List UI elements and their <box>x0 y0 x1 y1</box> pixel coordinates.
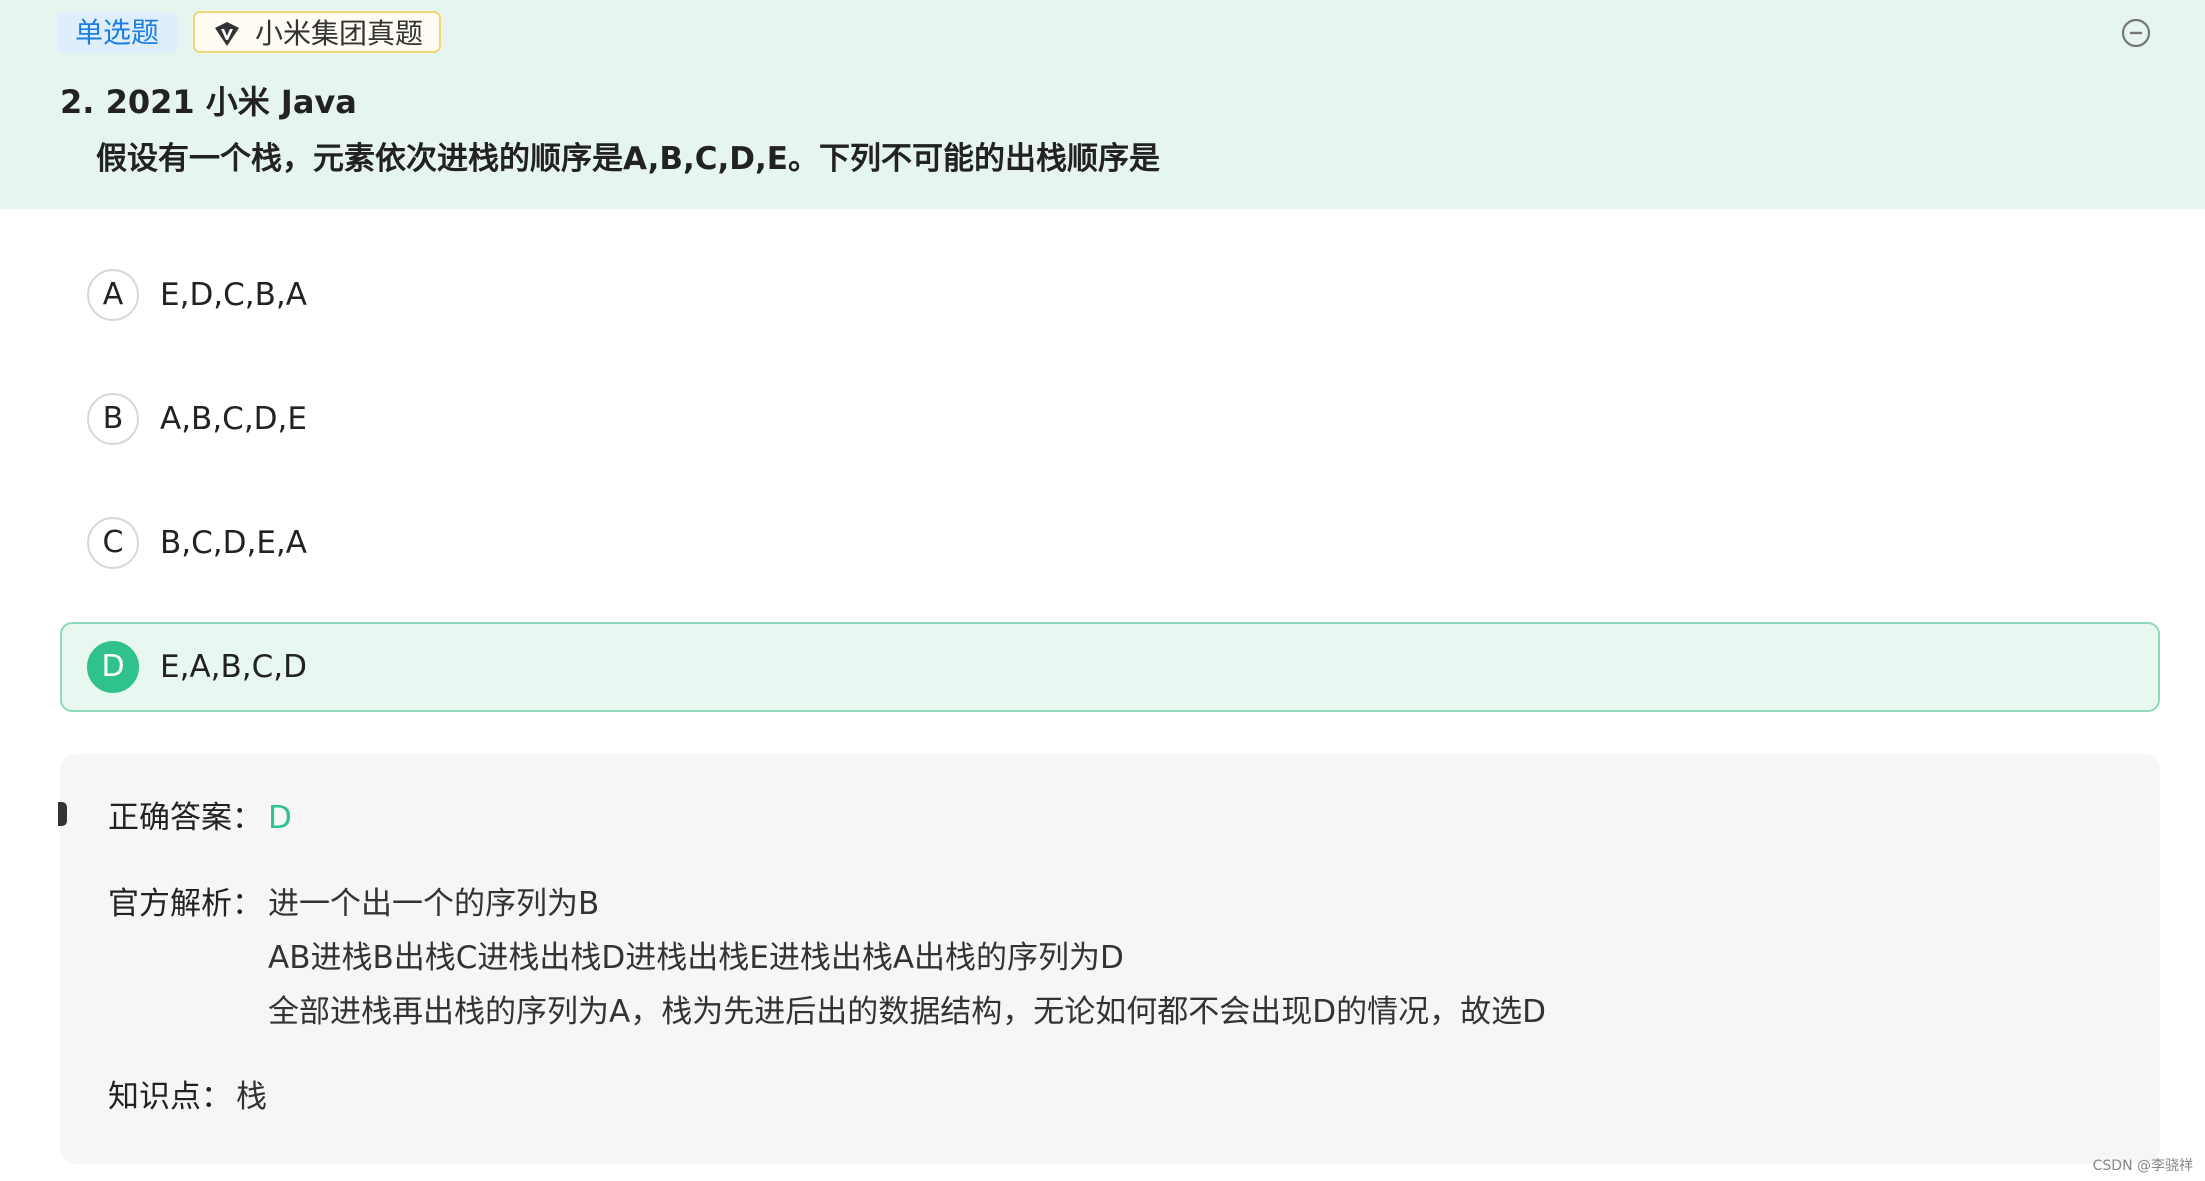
option-letter: D <box>87 641 139 693</box>
option-text: E,D,C,B,A <box>160 277 307 313</box>
option-c[interactable]: C B,C,D,E,A <box>60 498 2160 588</box>
watermark: CSDN @李骁祥 <box>2092 1158 2193 1174</box>
option-letter: C <box>87 517 139 569</box>
analysis-panel: 正确答案： D 官方解析： 进一个出一个的序列为B AB进栈B出栈C进栈出栈D进… <box>58 754 2160 1164</box>
question-header: 单选题 小米集团真题 2. 2021 小米 Java 假设有一个栈，元素依次进栈… <box>0 0 2205 209</box>
option-text: B,C,D,E,A <box>160 525 307 561</box>
explanation-line: AB进栈B出栈C进栈出栈D进栈出栈E进栈出栈A出栈的序列为D <box>268 940 1124 976</box>
v-badge-icon <box>215 22 239 46</box>
option-letter: B <box>87 393 139 445</box>
option-letter: A <box>87 269 139 321</box>
option-text: A,B,C,D,E <box>160 401 307 437</box>
knowledge-label: 知识点： <box>108 1079 232 1115</box>
question-title: 2. 2021 小米 Java <box>60 83 357 121</box>
answer-value: D <box>268 800 292 836</box>
option-text: E,A,B,C,D <box>160 649 307 685</box>
explanation-line: 进一个出一个的序列为B <box>268 886 600 922</box>
question-card: 单选题 小米集团真题 2. 2021 小米 Java 假设有一个栈，元素依次进栈… <box>0 0 2205 1181</box>
source-tag-label: 小米集团真题 <box>255 17 424 50</box>
source-tag: 小米集团真题 <box>193 11 442 53</box>
explanation-label: 官方解析： <box>108 886 263 922</box>
answer-label: 正确答案： <box>108 800 263 836</box>
question-type-tag: 单选题 <box>57 13 178 53</box>
explanation-line: 全部进栈再出栈的序列为A，栈为先进后出的数据结构，无论如何都不会出现D的情况，故… <box>268 994 1546 1030</box>
option-d[interactable]: D E,A,B,C,D <box>60 622 2160 712</box>
section-marker <box>58 802 67 826</box>
option-a[interactable]: A E,D,C,B,A <box>60 250 2160 340</box>
option-b[interactable]: B A,B,C,D,E <box>60 374 2160 464</box>
minus-circle-icon[interactable] <box>2120 17 2152 49</box>
question-stem: 假设有一个栈，元素依次进栈的顺序是A,B,C,D,E。下列不可能的出栈顺序是 <box>96 141 1160 177</box>
knowledge-value[interactable]: 栈 <box>236 1074 267 1120</box>
